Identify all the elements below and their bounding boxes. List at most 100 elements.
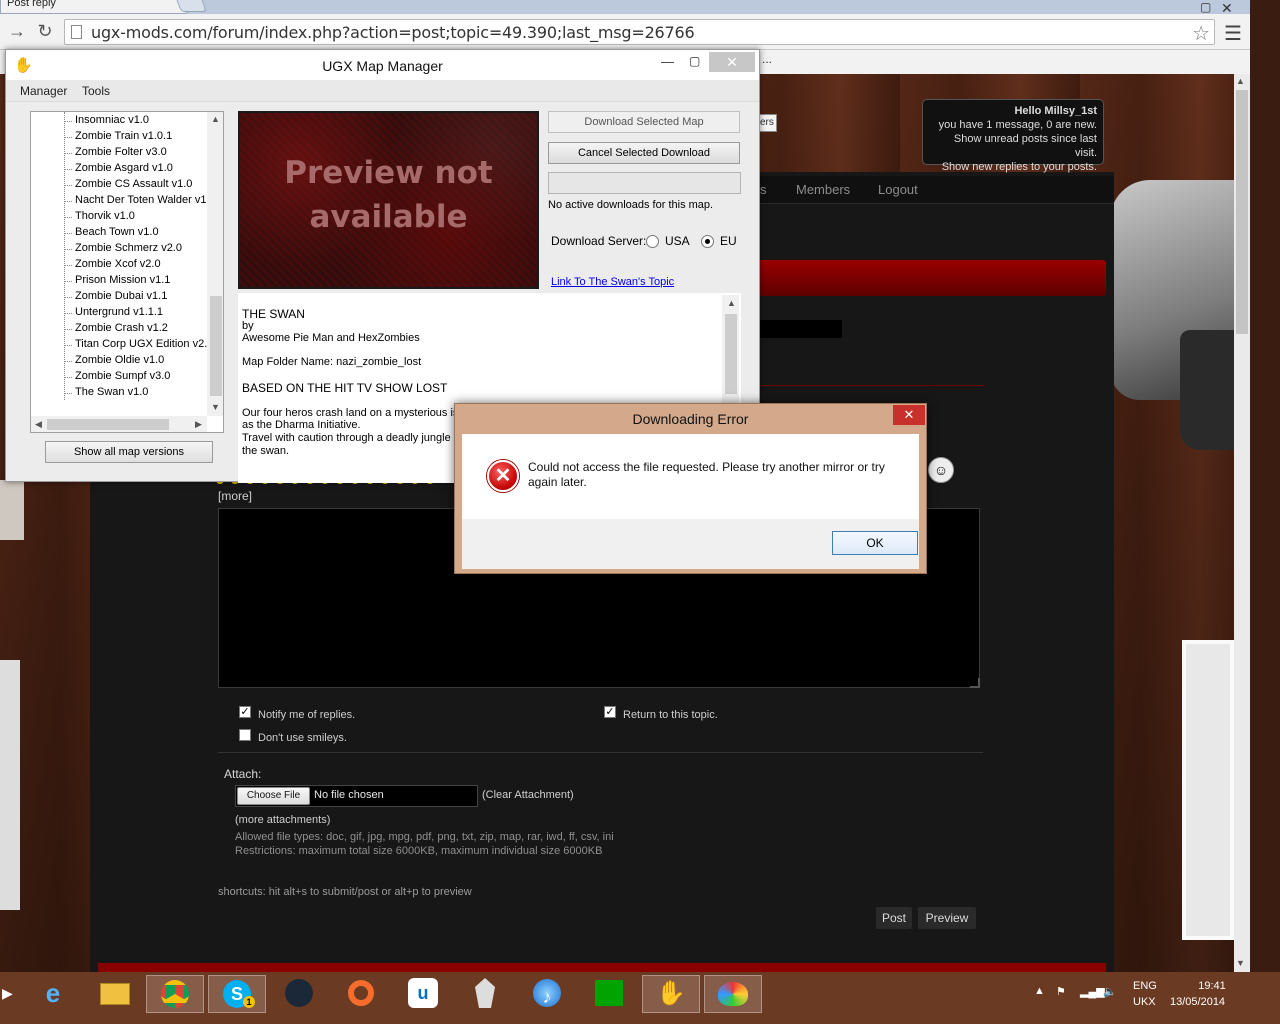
more-smileys-link[interactable]: [more] [218,489,252,503]
tree-horizontal-thumb[interactable] [47,419,169,430]
map-list-item[interactable]: Zombie Dubai v1.1 [75,290,167,302]
desc-title: THE SWAN [242,307,305,321]
ugx-map-manager-taskbar-icon[interactable]: ✋ [642,975,700,1013]
close-icon[interactable]: ✕ [709,52,755,72]
map-list-item[interactable]: Zombie Xcof v2.0 [75,258,161,270]
map-list-item[interactable]: Zombie Crash v1.2 [75,322,168,334]
skype-icon[interactable]: S1 [208,975,266,1013]
scroll-right-icon[interactable]: ▶ [195,419,202,430]
map-list-item[interactable]: Zombie Train v1.0.1 [75,130,172,142]
cancel-selected-download-button[interactable]: Cancel Selected Download [548,142,740,164]
scroll-up-icon[interactable]: ▲ [211,114,220,124]
chrome-menu-icon[interactable]: ☰ [1224,21,1242,46]
post-button[interactable]: Post [876,907,912,929]
clock-date[interactable]: 13/05/2014 [1170,996,1225,1008]
server-eu-radio[interactable] [701,235,714,248]
clear-attachment-link[interactable]: (Clear Attachment) [482,789,574,801]
volume-icon[interactable]: 🔈 [1103,985,1117,998]
show-all-map-versions-button[interactable]: Show all map versions [45,441,213,463]
bookmark-partial[interactable]: ... [762,52,772,66]
allowed-types-text: Allowed file types: doc, gif, jpg, mpg, … [235,831,614,843]
tray-expand-icon[interactable]: ▲ [1034,985,1045,997]
preview-button[interactable]: Preview [918,907,976,929]
choose-file-button[interactable]: Choose File [237,787,310,805]
members-tab-partial[interactable]: ers [757,114,777,132]
notify-label: Notify me of replies. [258,709,356,721]
map-list-item[interactable]: Titan Corp UGX Edition v2.0 [75,338,213,350]
nav-item-logout[interactable]: Logout [878,182,918,197]
start-arrow-icon[interactable]: ▶ [2,985,13,1002]
file-explorer-icon[interactable] [86,975,144,1013]
chrome-icon[interactable] [146,975,204,1013]
tree-connector [64,329,72,330]
tree-connector [64,217,72,218]
map-list-item[interactable]: Prison Mission v1.1 [75,274,170,286]
address-bar[interactable]: ugx-mods.com/forum/index.php?action=post… [64,19,1215,45]
tree-vertical-thumb[interactable] [210,296,222,396]
notify-checkbox[interactable]: ✓ [239,706,251,718]
smiley-face-icon[interactable]: ☺ [928,457,954,483]
resize-handle[interactable] [970,678,980,688]
scroll-down-icon[interactable]: ▼ [1236,958,1245,968]
tab-post-reply[interactable]: Post reply [0,0,190,14]
new-replies-link[interactable]: Show new replies to your posts. [929,160,1097,174]
server-usa-radio[interactable] [646,235,659,248]
windows-store-icon[interactable] [580,975,638,1013]
photo-right-image [1182,640,1234,940]
language-indicator[interactable]: ENG [1133,980,1157,992]
map-list-item[interactable]: Insomniac v1.0 [75,114,149,126]
internet-explorer-icon[interactable]: e [24,975,82,1013]
desc-vertical-thumb[interactable] [725,314,737,394]
minimize-icon[interactable]: — [661,54,674,69]
uplay-icon[interactable]: u [394,975,452,1013]
close-icon[interactable]: ✕ [893,405,925,425]
paint-icon[interactable] [704,975,762,1013]
nav-item-members[interactable]: Members [796,182,850,197]
url-text[interactable]: ugx-mods.com/forum/index.php?action=post… [91,23,695,42]
clock-time[interactable]: 19:41 [1187,980,1237,992]
map-list-item[interactable]: Untergrund v1.1.1 [75,306,163,318]
ok-button[interactable]: OK [832,531,918,555]
steam-icon[interactable] [270,975,328,1013]
skyrim-icon[interactable] [456,975,514,1013]
error-dialog-footer: OK [462,519,919,569]
forward-icon[interactable]: → [6,20,28,42]
map-list-item[interactable]: Zombie Sumpf v3.0 [75,370,170,382]
scroll-left-icon[interactable]: ◀ [35,419,42,430]
map-tree-list[interactable]: Insomniac v1.0 Zombie Train v1.0.1 Zombie … [30,111,224,433]
keyboard-layout-indicator[interactable]: UKX [1133,996,1156,1008]
bookmark-star-icon[interactable]: ☆ [1192,21,1210,46]
scroll-up-icon[interactable]: ▲ [727,298,736,308]
reload-icon[interactable]: ↻ [34,20,56,42]
map-list-item[interactable]: Zombie Asgard v1.0 [75,162,173,174]
scroll-down-icon[interactable]: ▼ [211,402,220,412]
map-topic-link[interactable]: Link To The Swan's Topic [551,276,674,288]
map-list-item[interactable]: Nacht Der Toten Walder v1 [75,194,206,206]
map-list-item[interactable]: Zombie Folter v3.0 [75,146,167,158]
messages-link[interactable]: you have 1 message, 0 are new. [929,118,1097,132]
action-center-flag-icon[interactable]: ⚑ [1056,985,1066,998]
tree-connector [64,297,72,298]
menu-tools[interactable]: Tools [82,84,110,98]
map-list-item[interactable]: Zombie CS Assault v1.0 [75,178,192,190]
page-scroll-thumb[interactable] [1236,90,1248,334]
scroll-up-icon[interactable]: ▲ [1236,76,1245,86]
map-list-item[interactable]: Zombie Oldie v1.0 [75,354,164,366]
map-list-item[interactable]: Thorvik v1.0 [75,210,135,222]
return-checkbox[interactable]: ✓ [604,706,616,718]
menu-manager[interactable]: Manager [20,84,67,98]
map-list-item[interactable]: The Swan v1.0 [75,386,148,398]
nav-item-partial[interactable]: s [760,182,767,197]
itunes-icon[interactable]: ♪ [518,975,576,1013]
network-icon[interactable]: ▂▄▆ [1080,985,1105,998]
map-list-item[interactable]: Zombie Schmerz v2.0 [75,242,182,254]
red-divider [730,385,985,386]
download-selected-map-button[interactable]: Download Selected Map [548,111,740,133]
unread-posts-link[interactable]: Show unread posts since last visit. [929,132,1097,160]
more-attachments-link[interactable]: (more attachments) [235,814,330,826]
smileys-checkbox[interactable] [239,729,251,741]
maximize-icon[interactable]: ▢ [689,54,700,68]
maximize-icon[interactable]: ▢ [1200,0,1211,14]
origin-icon[interactable] [332,975,390,1013]
map-list-item[interactable]: Beach Town v1.0 [75,226,159,238]
